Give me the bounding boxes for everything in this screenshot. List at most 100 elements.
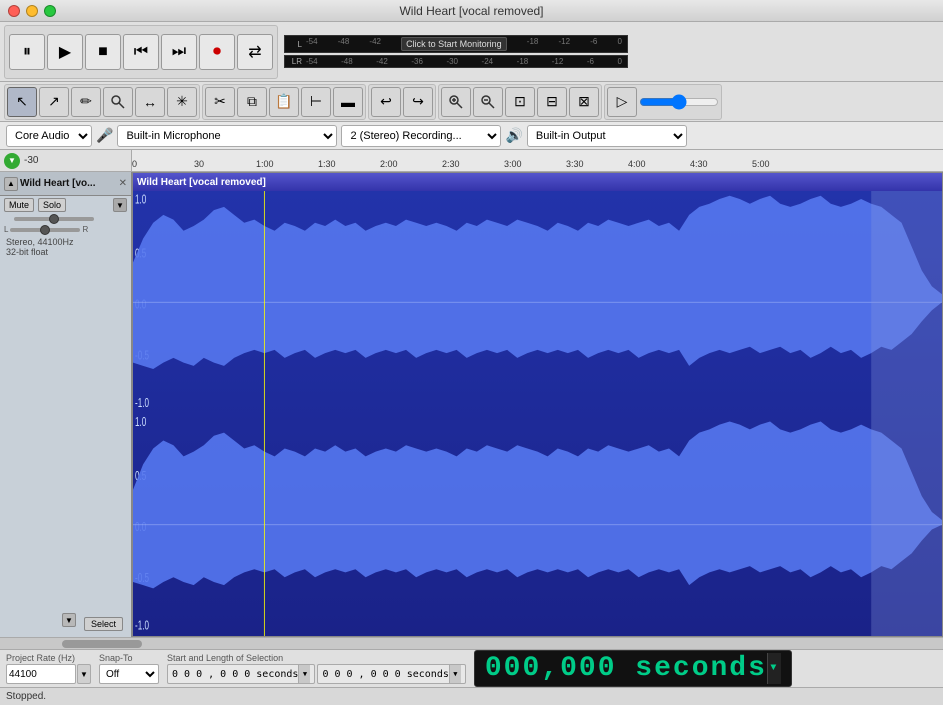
timeline-marks[interactable]: 0 30 1:00 1:30 2:00 2:30 3:00 3:30 4:00 … [132,150,943,171]
playback-speed-section: ▷ [604,84,722,120]
skip-forward-button[interactable]: ⏭ [161,34,197,70]
project-rate-group: Project Rate (Hz) ▼ [6,653,91,684]
zoom-tool[interactable] [103,87,133,117]
selection-group: Start and Length of Selection 0 0 0 , 0 … [167,653,466,684]
multi-tool[interactable]: ✳ [167,87,197,117]
redo-button[interactable]: ↪ [403,87,433,117]
zoom-out-button[interactable] [473,87,503,117]
gain-row [0,214,131,224]
record-button[interactable]: ⏺ [199,34,235,70]
play-speed-button[interactable]: ▷ [607,87,637,117]
bottom-channel: 1.0 0.5 0.0 -0.5 -1.0 [133,415,942,633]
select-button[interactable]: Select [84,617,123,631]
window-title: Wild Heart [vocal removed] [399,4,543,18]
paste-button[interactable]: 📋 [269,87,299,117]
status-text: Stopped. [6,691,46,702]
sel-start-dropdown[interactable]: ▼ [298,665,310,683]
track-bitdepth: 32-bit float [6,247,125,257]
gain-slider-track [14,217,94,221]
track-expand-button[interactable]: ▼ [62,613,76,627]
track-format-info: Stereo, 44100Hz 32-bit float [0,235,131,259]
svg-text:1.0: 1.0 [135,415,146,429]
zoom-width-button[interactable]: ⊠ [569,87,599,117]
input-device-select[interactable]: Built-in Microphone [117,125,337,147]
channel-select[interactable]: 2 (Stereo) Recording... [341,125,501,147]
timeline-header: ▼ -30 0 30 1:00 1:30 2:00 2:30 3:00 3:30… [0,150,943,172]
time-display: 000,000 seconds ▼ [474,650,792,687]
silence-button[interactable]: ▬ [333,87,363,117]
project-rate-input[interactable] [6,664,76,684]
undo-button[interactable]: ↩ [371,87,401,117]
audio-host-select[interactable]: Core Audio [6,125,92,147]
undo-section: ↩ ↪ [368,84,436,120]
zoom-fit-button[interactable]: ⊟ [537,87,567,117]
project-rate-dropdown[interactable]: ▼ [77,664,91,684]
play-button[interactable]: ▶ [47,34,83,70]
timeline-pad: ▼ -30 [0,150,132,171]
waveform-area[interactable]: Wild Heart [vocal removed] 1.0 0.5 0.0 -… [132,172,943,637]
transport-toolbar: ⏸ ▶ ■ ⏮ ⏭ ⏺ ⇄ L -54-48-42 Click to Start… [0,22,943,82]
track-controls-panel: ▲ Wild Heart [vo... ✕ Mute Solo ▼ L R St… [0,172,132,637]
sel-start-display: 0 0 0 , 0 0 0 seconds ▼ [167,664,315,684]
window-controls[interactable] [8,5,56,17]
scrollbar-thumb[interactable] [62,640,142,648]
track-menu-button[interactable]: ▼ [113,198,127,212]
speaker-icon: 🔊 [505,127,522,144]
transport-section: ⏸ ▶ ■ ⏮ ⏭ ⏺ ⇄ [4,25,278,79]
waveform-track[interactable]: Wild Heart [vocal removed] 1.0 0.5 0.0 -… [132,172,943,637]
time-display-dropdown[interactable]: ▼ [767,653,781,684]
zoom-in-button[interactable] [441,87,471,117]
clipboard-section: ✂ ⧉ 📋 ⊢ ▬ [202,84,366,120]
cut-button[interactable]: ✂ [205,87,235,117]
track-format: Stereo, 44100Hz [6,237,125,247]
waveform-title-bar: Wild Heart [vocal removed] [133,173,942,191]
gain-slider-thumb[interactable] [49,214,59,224]
trim-button[interactable]: ⊢ [301,87,331,117]
zoom-section: ⊡ ⊟ ⊠ [438,84,602,120]
snap-label: Snap-To [99,653,159,663]
track-close-button[interactable]: ✕ [119,178,127,189]
copy-button[interactable]: ⧉ [237,87,267,117]
draw-tool[interactable]: ✏ [71,87,101,117]
waveform-svg: 1.0 0.5 0.0 -0.5 -1.0 1.0 0.5 0.0 -0. [133,191,942,636]
waveform-track-title: Wild Heart [vocal removed] [137,177,266,188]
top-channel: 1.0 0.5 0.0 -0.5 -1.0 [133,193,942,411]
select-tool[interactable]: ↖ [7,87,37,117]
bottom-bar: Project Rate (Hz) ▼ Snap-To Off Start an… [0,649,943,687]
playback-l-label: L [288,40,302,49]
track-collapse-button[interactable]: ▲ [4,177,18,191]
stop-button[interactable]: ■ [85,34,121,70]
timeshift-tool[interactable]: ↔ [135,87,165,117]
pause-button[interactable]: ⏸ [9,34,45,70]
horizontal-scrollbar[interactable] [0,637,943,649]
svg-text:-1.0: -1.0 [135,396,149,410]
loop-button[interactable]: ⇄ [237,34,273,70]
pan-l-label: L [4,225,8,234]
snap-group: Snap-To Off [99,653,159,684]
zoom-selection-button[interactable]: ⊡ [505,87,535,117]
skip-back-button[interactable]: ⏮ [123,34,159,70]
pan-slider-thumb[interactable] [40,225,50,235]
record-lr-label: LR [288,57,302,66]
solo-button[interactable]: Solo [38,198,66,212]
track-area: ▲ Wild Heart [vo... ✕ Mute Solo ▼ L R St… [0,172,943,637]
sel-end-dropdown[interactable]: ▼ [449,665,461,683]
title-bar: Wild Heart [vocal removed] [0,0,943,22]
pan-slider-track [10,228,80,232]
mute-button[interactable]: Mute [4,198,34,212]
speed-slider[interactable] [639,98,719,106]
output-device-select[interactable]: Built-in Output [527,125,687,147]
envelope-tool[interactable]: ↗ [39,87,69,117]
sel-end-display: 0 0 0 , 0 0 0 seconds ▼ [317,664,465,684]
monitor-button[interactable]: Click to Start Monitoring [401,37,507,51]
track-name: Wild Heart [vo... [20,178,95,189]
maximize-button[interactable] [44,5,56,17]
track-header: ▲ Wild Heart [vo... ✕ [0,172,131,196]
status-bar: Stopped. [0,687,943,705]
pan-r-label: R [82,225,88,234]
minimize-button[interactable] [26,5,38,17]
close-button[interactable] [8,5,20,17]
snap-select[interactable]: Off [99,664,159,684]
svg-text:-1.0: -1.0 [135,619,149,633]
timeline-cursor-pos: -30 [24,155,38,166]
